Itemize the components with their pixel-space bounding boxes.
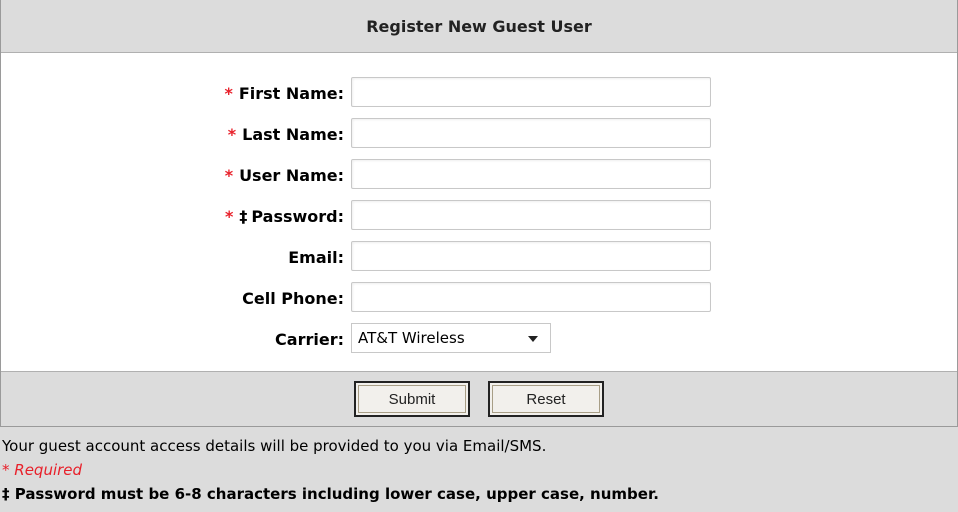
- first-name-label: * First Name:: [224, 84, 344, 103]
- carrier-selected-value: AT&T Wireless: [358, 329, 465, 347]
- last-name-label: * Last Name:: [227, 125, 344, 144]
- required-marker: *: [224, 84, 233, 103]
- last-name-input[interactable]: [351, 118, 711, 148]
- cell-phone-input[interactable]: [351, 282, 711, 312]
- password-rule-note: ‡ Password must be 6-8 characters includ…: [2, 485, 659, 503]
- user-name-input[interactable]: [351, 159, 711, 189]
- email-row: Email:: [1, 241, 957, 275]
- password-input[interactable]: [351, 200, 711, 230]
- panel-header: Register New Guest User: [1, 0, 957, 53]
- carrier-label: Carrier:: [275, 330, 344, 349]
- password-row: * ‡ Password:: [1, 200, 957, 234]
- required-note: * Required: [2, 461, 83, 479]
- email-label: Email:: [288, 248, 344, 267]
- password-label: * ‡ Password:: [224, 207, 344, 226]
- carrier-row: Carrier: AT&T Wireless: [1, 323, 957, 357]
- register-panel: Register New Guest User * First Name: * La…: [0, 0, 958, 427]
- email-input[interactable]: [351, 241, 711, 271]
- required-marker: *: [224, 166, 234, 185]
- carrier-select[interactable]: AT&T Wireless: [351, 323, 551, 353]
- dropdown-arrow-icon: [528, 336, 538, 342]
- user-name-row: * User Name:: [1, 159, 957, 193]
- form-actions: Submit Reset: [1, 371, 957, 426]
- first-name-input[interactable]: [351, 77, 711, 107]
- first-name-row: * First Name:: [1, 77, 957, 111]
- cell-phone-label: Cell Phone:: [242, 289, 344, 308]
- password-rule-marker: ‡: [239, 207, 248, 226]
- required-marker: *: [224, 207, 234, 226]
- info-note: Your guest account access details will b…: [2, 437, 547, 455]
- last-name-row: * Last Name:: [1, 118, 957, 152]
- submit-button[interactable]: Submit: [354, 381, 470, 417]
- notes: Your guest account access details will b…: [2, 434, 952, 506]
- required-marker: *: [227, 125, 237, 144]
- cell-phone-row: Cell Phone:: [1, 282, 957, 316]
- panel-title: Register New Guest User: [366, 16, 592, 36]
- registration-form: * First Name: * Last Name: * User Name: * ‡ P…: [1, 53, 957, 371]
- user-name-label: * User Name:: [224, 166, 344, 185]
- reset-button[interactable]: Reset: [488, 381, 604, 417]
